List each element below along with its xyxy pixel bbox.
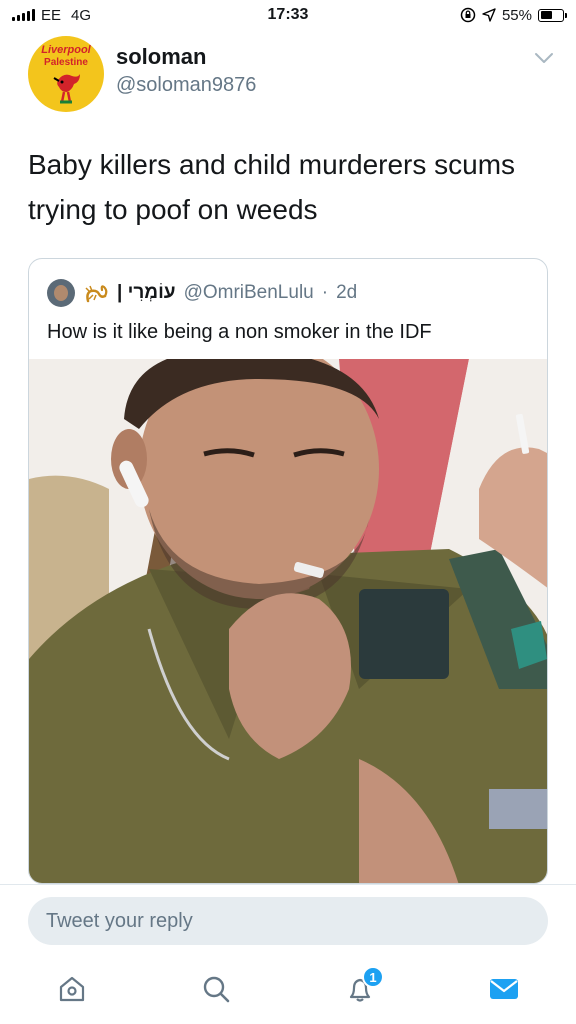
carrier-label: EE xyxy=(41,6,62,24)
avatar-text-bottom: Palestine xyxy=(44,57,88,68)
signal-icon xyxy=(12,9,35,21)
tab-home[interactable] xyxy=(42,964,102,1014)
tab-messages[interactable] xyxy=(474,964,534,1014)
liver-bird-icon xyxy=(53,74,80,104)
search-icon xyxy=(203,976,230,1003)
avatar[interactable]: Liverpool Palestine xyxy=(28,36,104,112)
display-name[interactable]: soloman xyxy=(116,44,256,70)
tweet-text: Baby killers and child murderers scums t… xyxy=(28,149,516,225)
orientation-lock-icon xyxy=(460,7,476,23)
quote-handle: @OmriBenLulu xyxy=(183,282,314,303)
messages-icon xyxy=(490,979,518,999)
notification-badge: 1 xyxy=(362,966,384,988)
avatar-text-top: Liverpool xyxy=(41,44,91,56)
quote-top: עוֹמְרִי | @OmriBenLulu · 2d How is it l… xyxy=(29,259,547,359)
tweet-header: Liverpool Palestine soloman @soloman9876 xyxy=(28,36,558,116)
reply-input[interactable] xyxy=(28,897,548,945)
battery-percent: 55% xyxy=(501,6,532,24)
quote-time: 2d xyxy=(336,282,358,303)
quote-avatar xyxy=(47,279,75,307)
tab-notifications[interactable]: 1 xyxy=(330,964,390,1014)
chevron-down-icon[interactable] xyxy=(534,52,554,64)
network-label: 4G xyxy=(71,6,92,24)
quote-display-name: עוֹמְרִי | xyxy=(117,282,176,303)
quote-separator: · xyxy=(321,282,329,303)
user-info[interactable]: soloman @soloman9876 xyxy=(116,44,256,97)
status-bar: EE 4G 17:33 55% xyxy=(0,0,576,30)
location-icon xyxy=(482,8,496,22)
user-handle[interactable]: @soloman9876 xyxy=(116,74,256,97)
reply-area xyxy=(0,884,576,954)
battery-icon xyxy=(538,8,567,22)
tab-search[interactable] xyxy=(186,964,246,1014)
quote-text: How is it like being a non smoker in the… xyxy=(47,321,432,343)
tab-bar: 1 xyxy=(0,954,576,1024)
quote-photo[interactable] xyxy=(29,359,548,884)
battery-fill xyxy=(540,11,553,19)
status-left: EE 4G xyxy=(12,7,91,24)
status-right: 55% xyxy=(460,6,567,24)
scorpion-icon xyxy=(85,285,108,303)
quote-meta: עוֹמְרִי | @OmriBenLulu · 2d xyxy=(47,279,529,307)
home-icon xyxy=(59,976,85,1002)
quoted-tweet-card[interactable]: עוֹמְרִי | @OmriBenLulu · 2d How is it l… xyxy=(28,258,548,884)
